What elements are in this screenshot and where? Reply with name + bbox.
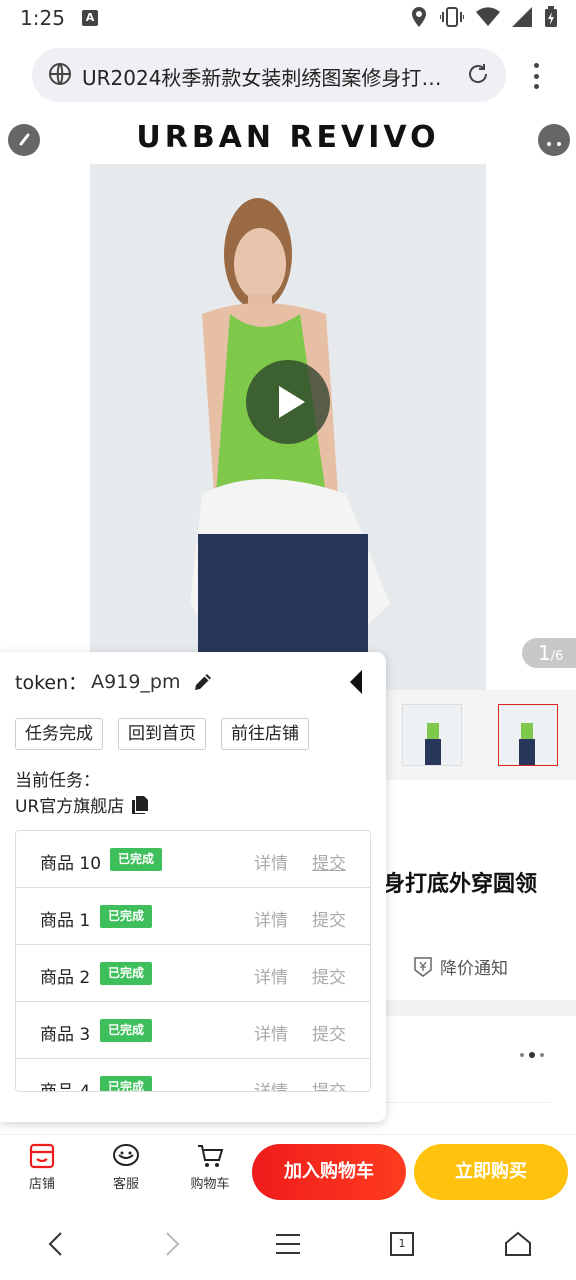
copy-icon[interactable] (130, 795, 150, 815)
panel-buttons: 任务完成 回到首页 前往店铺 (15, 718, 309, 750)
notification-a-icon: A (82, 10, 98, 26)
price-tag-icon (414, 956, 432, 977)
submit-link[interactable]: 提交 (312, 1020, 346, 1045)
task-list: 商品 10 已完成 详情 提交 商品 1 已完成 详情 提交 商品 2 已完成 … (15, 830, 371, 1092)
url-text[interactable]: UR2024秋季新款女装刺绣图案修身打底外穿圆领 (82, 62, 452, 91)
menu-icon[interactable] (274, 1230, 302, 1258)
detail-link[interactable]: 详情 (254, 1020, 288, 1045)
task-name: 商品 3 (40, 1025, 91, 1045)
token-row: token： A919_pm (15, 668, 214, 695)
address-bar[interactable]: UR2024秋季新款女装刺绣图案修身打底外穿圆领 (32, 48, 506, 102)
store-label: 店铺 (28, 1177, 55, 1192)
submit-link[interactable]: 提交 (312, 906, 346, 931)
token-value: A919_pm (91, 670, 181, 693)
brand-logo: URBAN REVIVO (136, 120, 440, 155)
status-badge: 已完成 (100, 962, 153, 985)
status-badge: 已完成 (100, 1019, 153, 1042)
thumbnail-item[interactable] (402, 704, 462, 766)
submit-link[interactable]: 提交 (312, 1077, 346, 1091)
submit-link[interactable]: 提交 (312, 963, 346, 988)
service-button[interactable]: 客服 (98, 1143, 154, 1192)
current-task-label: 当前任务： (15, 771, 100, 791)
add-to-cart-button[interactable]: 加入购物车 (252, 1144, 406, 1200)
tabs-button[interactable]: 1 (390, 1232, 414, 1256)
signal-icon (512, 7, 532, 27)
status-icons (410, 6, 558, 28)
cart-label: 购物车 (190, 1177, 230, 1192)
browser-nav-bar: 1 (0, 1210, 576, 1280)
more-dots-icon[interactable] (520, 1052, 544, 1058)
price-notify-button[interactable]: 降价通知 (412, 954, 508, 979)
current-task-store-name: UR官方旗舰店 (15, 797, 125, 817)
chat-icon (113, 1144, 139, 1166)
service-label: 客服 (112, 1177, 139, 1192)
task-row: 商品 2 已完成 详情 提交 (16, 945, 370, 1002)
detail-link[interactable]: 详情 (254, 963, 288, 988)
task-panel: token： A919_pm 任务完成 回到首页 前往店铺 当前任务： UR官方… (0, 652, 386, 1122)
collapse-panel-icon[interactable] (346, 668, 366, 696)
token-label: token： (15, 672, 88, 694)
forward-icon[interactable] (160, 1230, 184, 1258)
task-complete-button[interactable]: 任务完成 (15, 718, 103, 750)
status-badge: 已完成 (100, 905, 153, 928)
page-current: 1 (538, 641, 551, 665)
back-icon[interactable] (44, 1230, 68, 1258)
go-store-button[interactable]: 前往店铺 (221, 718, 309, 750)
back-circle-button[interactable] (8, 124, 40, 156)
status-time: 1:25 (20, 6, 65, 30)
detail-link[interactable]: 详情 (254, 849, 288, 874)
task-name: 商品 4 (40, 1082, 91, 1092)
buy-now-button[interactable]: 立即购买 (414, 1144, 568, 1200)
browser-menu-icon[interactable] (524, 60, 548, 92)
current-task-store: UR官方旗舰店 (15, 792, 150, 817)
product-title: 身打底外穿圆领 (383, 872, 538, 897)
detail-link[interactable]: 详情 (254, 1077, 288, 1091)
bottom-action-bar: 店铺 客服 购物车 加入购物车 立即购买 (0, 1134, 576, 1210)
store-button[interactable]: 店铺 (14, 1143, 70, 1192)
task-name: 商品 1 (40, 911, 91, 931)
price-notify-label: 降价通知 (440, 959, 508, 979)
status-badge: 已完成 (110, 848, 163, 871)
play-video-button[interactable] (246, 360, 330, 444)
status-badge: 已完成 (100, 1076, 153, 1091)
location-icon (412, 7, 426, 27)
status-bar: 1:25 A (0, 0, 576, 36)
edit-pencil-icon[interactable] (192, 671, 214, 693)
submit-link[interactable]: 提交 (312, 849, 346, 874)
thumbnail-item-active[interactable] (498, 704, 558, 766)
divider-line (386, 1102, 550, 1103)
battery-icon (545, 6, 557, 27)
task-row: 商品 4 已完成 详情 提交 (16, 1059, 370, 1092)
globe-icon (49, 63, 71, 85)
wifi-icon (476, 7, 500, 27)
store-icon (29, 1143, 55, 1169)
image-page-indicator: 1/6 (522, 638, 576, 668)
home-icon[interactable] (504, 1230, 532, 1258)
vibrate-icon (440, 7, 464, 27)
task-row: 商品 1 已完成 详情 提交 (16, 888, 370, 945)
task-name: 商品 2 (40, 968, 91, 988)
task-row: 商品 10 已完成 详情 提交 (16, 831, 370, 888)
back-home-button[interactable]: 回到首页 (118, 718, 206, 750)
cart-button[interactable]: 购物车 (182, 1143, 238, 1192)
detail-link[interactable]: 详情 (254, 906, 288, 931)
page-total: /6 (550, 649, 564, 664)
task-name: 商品 10 (40, 854, 102, 874)
cart-icon (198, 1145, 224, 1167)
more-circle-button[interactable] (538, 124, 570, 156)
task-row: 商品 3 已完成 详情 提交 (16, 1002, 370, 1059)
reload-icon[interactable] (466, 62, 490, 86)
